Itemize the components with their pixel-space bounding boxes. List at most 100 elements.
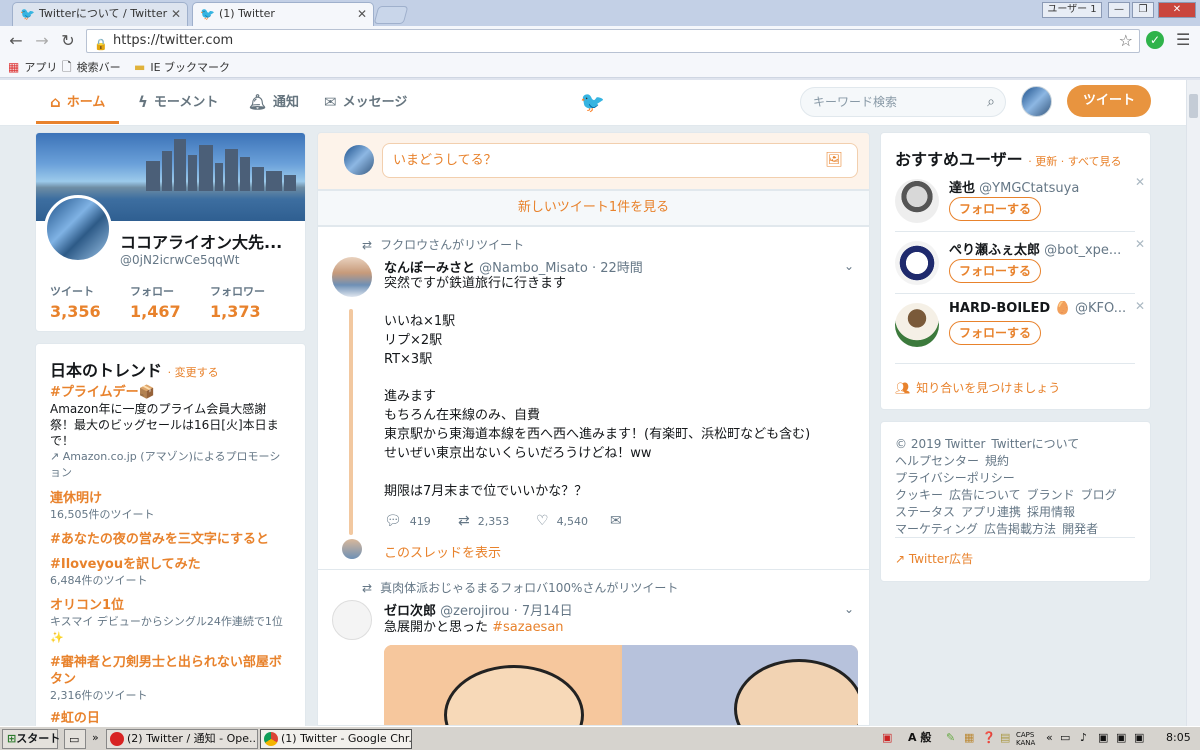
close-tab-icon[interactable]: ✕ bbox=[171, 3, 181, 25]
footer-link[interactable]: ブログ bbox=[1081, 488, 1117, 502]
extension-check-icon[interactable]: ✓ bbox=[1146, 31, 1164, 49]
tweet-media[interactable] bbox=[384, 645, 858, 725]
find-friends-link[interactable]: 👥︎ 知り合いを見つけましょう bbox=[895, 379, 1060, 396]
footer-link[interactable]: ブランド bbox=[1027, 488, 1075, 502]
tweet-avatar[interactable] bbox=[332, 600, 372, 640]
retweet-button[interactable]: ⇄ 2,353 bbox=[458, 513, 509, 529]
stat-following[interactable]: フォロー 1,467 bbox=[130, 283, 181, 321]
retweet-context[interactable]: ⇄ 真肉体派おじゃるまるフォロバ100%さんがリツイート bbox=[362, 579, 678, 596]
tab-twitter-about[interactable]: 🐦 Twitterについて / Twitter ✕ bbox=[12, 2, 188, 26]
recommended-user[interactable]: ぺり瀬ふぇ太郎 @bot_xpe... フォローする ✕ bbox=[895, 237, 1145, 293]
dm-button[interactable]: ✉ bbox=[610, 513, 630, 529]
recommended-user[interactable]: HARD-BOILED 🥚 @KFO... フォローする ✕ bbox=[895, 299, 1145, 355]
stat-followers[interactable]: フォロワー 1,373 bbox=[210, 283, 265, 321]
like-button[interactable]: ♡ 4,540 bbox=[536, 513, 588, 529]
trend-item[interactable]: #審神者と刀剣男士と出られない部屋ボタン 2,316件のツイート bbox=[50, 654, 290, 704]
show-desktop-icon[interactable]: ▭ bbox=[64, 729, 86, 749]
ime-option-icon[interactable]: ▤ bbox=[1000, 729, 1010, 747]
start-button[interactable]: ⊞スタート bbox=[2, 729, 60, 749]
star-icon[interactable]: ☆ bbox=[1119, 30, 1133, 52]
nav-home[interactable]: ⌂ ホーム bbox=[36, 80, 120, 124]
maximize-button[interactable]: ❐ bbox=[1132, 2, 1154, 18]
recommended-user[interactable]: 達也 @YMGCtatsuya フォローする ✕ bbox=[895, 175, 1145, 231]
new-tweets-bar[interactable]: 新しいツイート1件を見る bbox=[317, 190, 870, 226]
ime-pad-icon[interactable]: ✎ bbox=[946, 729, 955, 747]
tweet-avatar[interactable] bbox=[332, 257, 372, 297]
dismiss-icon[interactable]: ✕ bbox=[1135, 237, 1145, 251]
new-tab-button[interactable] bbox=[373, 6, 409, 24]
footer-link[interactable]: Twitterについて bbox=[991, 437, 1079, 451]
taskbar-opera[interactable]: (2) Twitter / 通知 - Ope... bbox=[106, 729, 258, 749]
user-avatar[interactable] bbox=[895, 179, 939, 223]
dismiss-icon[interactable]: ✕ bbox=[1135, 175, 1145, 189]
tab-twitter-home[interactable]: 🐦 (1) Twitter ✕ bbox=[192, 2, 374, 26]
search-input[interactable]: キーワード検索 ⌕ bbox=[800, 87, 1006, 117]
trend-item[interactable]: #プライムデー📦 Amazon年に一度のプライム会員大感謝祭！最大のビッグセール… bbox=[50, 384, 290, 481]
menu-icon[interactable]: ☰ bbox=[1176, 30, 1190, 49]
volume-icon[interactable]: ♪ bbox=[1080, 729, 1087, 747]
refresh-view-all-links[interactable]: · 更新 · すべて見る bbox=[1028, 155, 1121, 168]
ime-tool-icon[interactable]: ▦ bbox=[964, 729, 974, 747]
tweet-author[interactable]: なんぼーみさと @Nambo_Misato · 22時間 bbox=[384, 257, 643, 276]
user-avatar[interactable] bbox=[895, 241, 939, 285]
tray-app-icon[interactable]: ▣ bbox=[1134, 729, 1144, 747]
chevron-down-icon[interactable]: ⌄ bbox=[844, 259, 854, 273]
footer-link[interactable]: ヘルプセンター bbox=[895, 454, 979, 468]
clock[interactable]: 8:05 bbox=[1166, 729, 1191, 747]
profile-button[interactable]: ユーザー 1 bbox=[1042, 2, 1102, 18]
footer-link[interactable]: 規約 bbox=[985, 454, 1009, 468]
footer-link[interactable]: 開発者 bbox=[1062, 522, 1098, 536]
back-icon[interactable]: ← bbox=[6, 31, 26, 51]
close-tab-icon[interactable]: ✕ bbox=[357, 3, 367, 25]
scrollbar-thumb[interactable] bbox=[1189, 94, 1198, 118]
stat-tweets[interactable]: ツイート 3,356 bbox=[50, 283, 101, 321]
nav-messages[interactable]: ✉ メッセージ bbox=[324, 80, 407, 124]
footer-link[interactable]: 採用情報 bbox=[1027, 505, 1075, 519]
user-avatar[interactable] bbox=[895, 303, 939, 347]
nav-notifications[interactable]: 🔔︎ 通知 bbox=[248, 80, 299, 124]
twitter-logo-icon[interactable]: 🐦 bbox=[580, 90, 605, 114]
reply-button[interactable]: 💬︎ 419 bbox=[384, 513, 431, 529]
address-bar[interactable]: 🔒 https://twitter.com ☆ bbox=[86, 29, 1140, 53]
trend-item[interactable]: #虹の日 bbox=[50, 710, 290, 727]
twitter-ads-link[interactable]: ↗ Twitter広告 bbox=[895, 550, 973, 567]
nav-moments[interactable]: ϟ モーメント bbox=[138, 80, 218, 124]
image-icon[interactable]: 🖼︎ bbox=[825, 144, 843, 177]
bookmark-search-bar[interactable]: 🗋 検索バー bbox=[62, 58, 121, 77]
retweet-context[interactable]: ⇄ フクロウさんがリツイート bbox=[362, 236, 524, 253]
follow-button[interactable]: フォローする bbox=[949, 321, 1041, 345]
tray-expand-icon[interactable]: « bbox=[1046, 729, 1053, 747]
forward-icon[interactable]: → bbox=[32, 31, 52, 51]
taskbar-chrome[interactable]: (1) Twitter - Google Chr... bbox=[260, 729, 412, 749]
trend-item[interactable]: 連休明け 16,505件のツイート bbox=[50, 490, 290, 523]
chevron-down-icon[interactable]: ⌄ bbox=[844, 602, 854, 616]
footer-link[interactable]: アプリ連携 bbox=[961, 505, 1021, 519]
trend-item[interactable]: オリコン1位 キスマイ デビューからシングル24作連続で1位✨ bbox=[50, 597, 290, 646]
profile-name[interactable]: ココアライオン大先... bbox=[120, 229, 300, 253]
show-thread-link[interactable]: このスレッドを表示 bbox=[384, 542, 501, 561]
hashtag-link[interactable]: #sazaesan bbox=[492, 620, 563, 635]
close-window-button[interactable]: ✕ bbox=[1158, 2, 1196, 18]
trend-item[interactable]: #あなたの夜の営みを三文字にすると bbox=[50, 531, 290, 548]
ime-indicator[interactable]: A 般 bbox=[908, 729, 931, 747]
bookmark-ie-folder[interactable]: ▬ IE ブックマーク bbox=[134, 58, 230, 77]
minimize-button[interactable]: — bbox=[1108, 2, 1130, 18]
change-trends-link[interactable]: · 変更する bbox=[168, 366, 219, 379]
dismiss-icon[interactable]: ✕ bbox=[1135, 299, 1145, 313]
profile-avatar[interactable] bbox=[44, 195, 112, 263]
bookmark-apps[interactable]: ▦ アプリ bbox=[8, 58, 57, 77]
footer-link[interactable]: ステータス bbox=[895, 505, 955, 519]
footer-link[interactable]: マーケティング bbox=[895, 522, 978, 536]
taskbar-overflow-icon[interactable]: » bbox=[92, 729, 104, 749]
network-icon[interactable]: ▭ bbox=[1060, 729, 1070, 747]
footer-link[interactable]: 広告掲載方法 bbox=[984, 522, 1056, 536]
tray-app-icon[interactable]: ▣ bbox=[1116, 729, 1126, 747]
compose-input[interactable]: いまどうしてる？ 🖼︎ bbox=[382, 143, 858, 178]
footer-link[interactable]: プライバシーポリシー bbox=[895, 471, 1015, 485]
reload-icon[interactable]: ↻ bbox=[58, 31, 78, 51]
footer-link[interactable]: 広告について bbox=[949, 488, 1021, 502]
search-icon[interactable]: ⌕ bbox=[987, 88, 995, 116]
profile-handle[interactable]: @0jN2icrwCe5qqWt bbox=[120, 253, 239, 267]
tray-app-icon[interactable]: ▣ bbox=[1098, 729, 1108, 747]
follow-button[interactable]: フォローする bbox=[949, 259, 1041, 283]
